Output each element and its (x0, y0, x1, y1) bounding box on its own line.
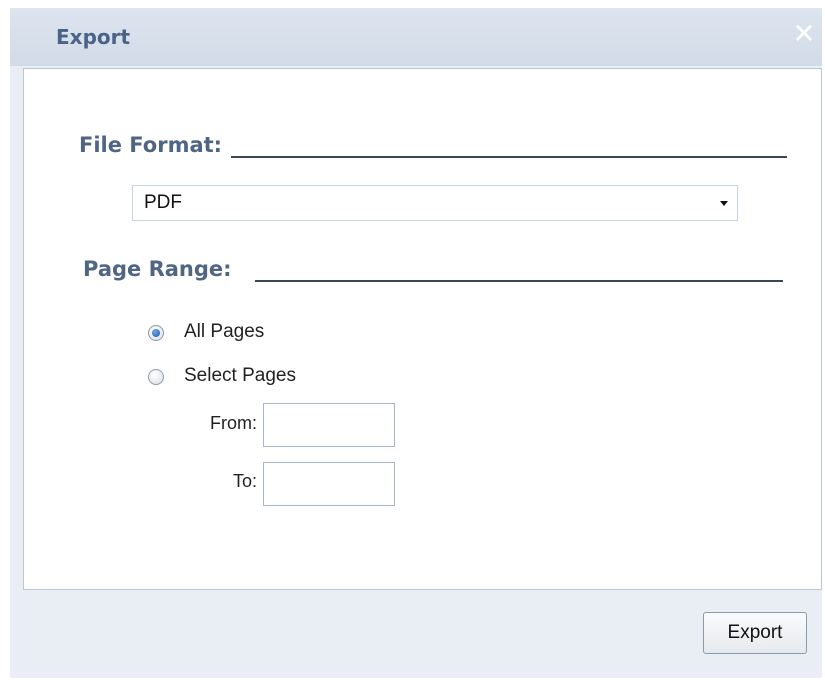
file-format-label: File Format: (79, 133, 223, 157)
page-range-label: Page Range: (83, 257, 232, 281)
radio-label: Select Pages (184, 365, 296, 386)
dialog-body: File Format: PDF Page Range: All Pages S… (23, 68, 822, 590)
from-label: From: (210, 413, 257, 433)
file-format-select[interactable]: PDF (132, 185, 738, 221)
from-input[interactable] (263, 403, 395, 447)
radio-button-checked[interactable] (148, 325, 164, 341)
radio-button[interactable] (148, 369, 164, 385)
export-dialog: Export ✕ File Format: PDF Page Range: Al… (10, 8, 822, 678)
export-button[interactable]: Export (703, 612, 807, 654)
file-format-value: PDF (144, 192, 182, 213)
chevron-down-icon[interactable] (711, 186, 737, 220)
dialog-titlebar: Export ✕ (10, 8, 822, 66)
file-format-divider (231, 156, 787, 158)
dialog-title: Export (56, 25, 131, 49)
to-label: To: (232, 471, 257, 491)
page-range-divider (255, 280, 783, 282)
to-input[interactable] (263, 462, 395, 506)
close-icon[interactable]: ✕ (788, 18, 820, 50)
radio-label: All Pages (184, 321, 265, 342)
